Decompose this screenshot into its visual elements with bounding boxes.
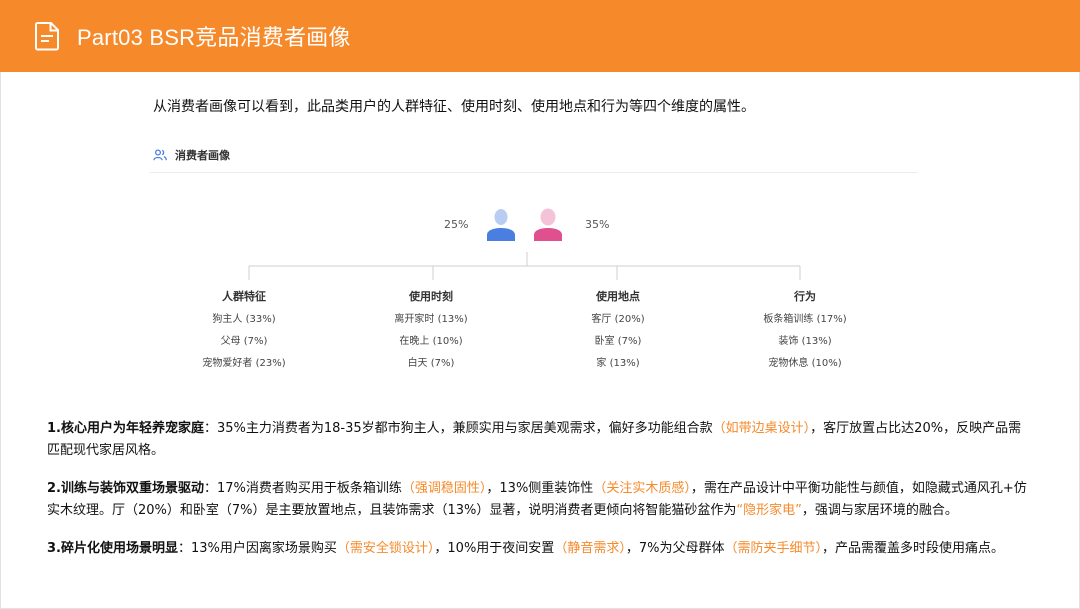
column-usage-location: 使用地点 客厅 (20%) 卧室 (7%) 家 (13%) <box>538 288 698 376</box>
column-item: 离开家时 (13%) <box>394 314 468 325</box>
column-heading: 使用地点 <box>596 290 640 303</box>
column-item: 卧室 (7%) <box>594 336 642 347</box>
column-behavior: 行为 板条箱训练 (17%) 装饰 (13%) 宠物休息 (10%) <box>725 288 885 376</box>
column-item: 在晚上 (10%) <box>399 336 463 347</box>
column-item: 板条箱训练 (17%) <box>763 314 847 325</box>
finding-text: ：13%用户因离家场景购买 <box>177 541 337 556</box>
finding-highlight: “隐形家电” <box>736 503 802 518</box>
finding-highlight: （需防夹手细节） <box>724 541 822 556</box>
finding-paragraph-2: 2.训练与装饰双重场景驱动：17%消费者购买用于板条箱训练（强调稳固性），13%… <box>47 478 1033 522</box>
column-item: 白天 (7%) <box>407 358 455 369</box>
column-usage-time: 使用时刻 离开家时 (13%) 在晚上 (10%) 白天 (7%) <box>351 288 511 376</box>
finding-heading: 3.碎片化使用场景明显 <box>47 541 178 556</box>
finding-highlight: （静音需求） <box>554 541 626 556</box>
column-item: 父母 (7%) <box>220 336 268 347</box>
finding-heading: 2.训练与装饰双重场景驱动 <box>47 481 204 496</box>
column-demographics: 人群特征 狗主人 (33%) 父母 (7%) 宠物爱好者 (23%) <box>164 288 324 376</box>
finding-text: ，7%为父母群体 <box>625 541 725 556</box>
column-heading: 使用时刻 <box>409 290 453 303</box>
finding-paragraph-1: 1.核心用户为年轻养宠家庭：35%主力消费者为18-35岁都市狗主人，兼顾实用与… <box>47 418 1033 462</box>
finding-paragraph-3: 3.碎片化使用场景明显：13%用户因离家场景购买（需安全锁设计），10%用于夜间… <box>47 538 1033 560</box>
column-heading: 行为 <box>794 290 816 303</box>
finding-text: ，10%用于夜间安置 <box>434 541 555 556</box>
column-item: 装饰 (13%) <box>778 336 832 347</box>
finding-highlight: （强调稳固性） <box>401 481 487 496</box>
column-item: 宠物休息 (10%) <box>768 358 842 369</box>
finding-text: ，13%侧重装饰性 <box>486 481 594 496</box>
column-heading: 人群特征 <box>222 290 266 303</box>
column-item: 宠物爱好者 (23%) <box>202 358 286 369</box>
finding-highlight: （需安全锁设计） <box>336 541 435 556</box>
column-item: 家 (13%) <box>596 358 640 369</box>
finding-text: ，强调与家居环境的融合。 <box>801 503 958 518</box>
column-item: 客厅 (20%) <box>591 314 645 325</box>
finding-text: ：17%消费者购买用于板条箱训练 <box>203 481 402 496</box>
finding-text: ：35%主力消费者为18-35岁都市狗主人，兼顾实用与家居美观需求，偏好多功能组… <box>203 421 713 436</box>
finding-highlight: （关注实木质感） <box>593 481 691 496</box>
finding-heading: 1.核心用户为年轻养宠家庭 <box>47 421 204 436</box>
column-item: 狗主人 (33%) <box>212 314 276 325</box>
finding-highlight: （如带边桌设计） <box>712 421 811 436</box>
finding-text: ，产品需覆盖多时段使用痛点。 <box>821 541 1004 556</box>
